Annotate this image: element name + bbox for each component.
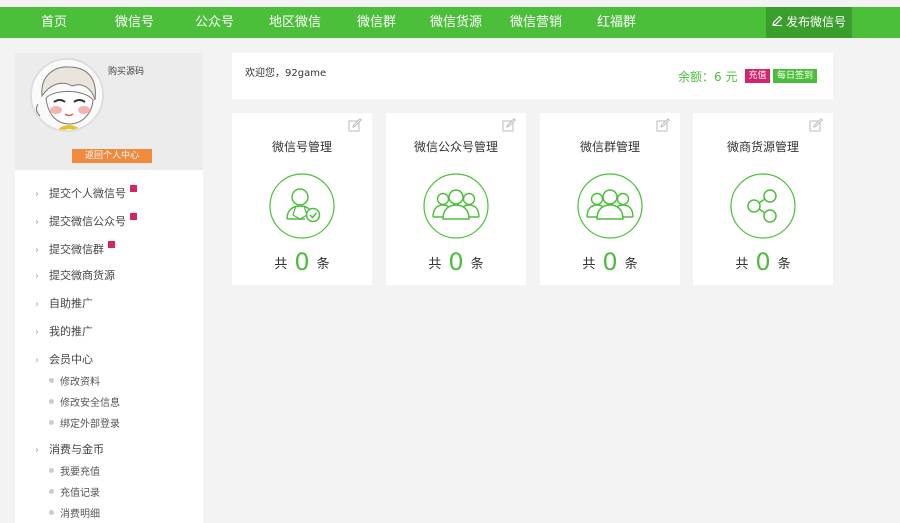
nav-item-wechat-supply[interactable]: 微信货源 [430,7,482,38]
sub-item-edit-profile[interactable]: 修改资料 [49,376,100,390]
group-icon [423,173,489,239]
sidebar: 购买源码 返回个人中心 › 提交个人微信号 › 提交微信公众号 › 提交微信群 › 提交… [15,53,203,523]
sub-item-recharge-records[interactable]: 充值记录 [49,487,100,501]
count-value: 0 [448,248,464,276]
card-count: 共0条 [386,250,526,277]
publish-wechat-button[interactable]: 发布微信号 [766,7,852,38]
card-title: 微信群管理 [579,140,640,154]
count-suffix: 条 [470,257,484,272]
edit-icon[interactable] [348,117,362,132]
group-icon [577,173,643,239]
sidebar-item-label: 提交微信群 [49,243,104,256]
sub-item-recharge[interactable]: 我要充值 [49,466,100,480]
bullet-icon [49,510,54,515]
daily-signin-button[interactable]: 每日签到 [773,69,817,83]
sidebar-item-submit-personal-wechat[interactable]: › 提交个人微信号 [35,185,137,200]
bullet-icon [49,468,54,473]
sub-item-label: 修改资料 [60,377,100,388]
card-title: 微信公众号管理 [413,140,498,154]
count-value: 0 [755,248,771,276]
sidebar-item-consumption-coins[interactable]: › 消费与金币 [35,443,104,457]
card-official-account-management[interactable]: 微信公众号管理 共0条 [386,113,526,285]
sidebar-item-member-center[interactable]: › 会员中心 [35,353,93,367]
nav-item-wechat-id[interactable]: 微信号 [115,7,154,38]
nav-item-regional-wechat[interactable]: 地区微信 [269,7,321,38]
sub-item-consumption-details[interactable]: 消费明细 [49,508,100,522]
sidebar-item-submit-supply[interactable]: › 提交微商货源 [35,269,115,283]
buy-source-code-link[interactable]: 购买源码 [108,64,144,77]
card-count: 共0条 [540,250,680,277]
sub-item-label: 我要充值 [60,467,100,478]
new-badge [108,241,115,248]
bullet-icon [49,420,54,425]
chevron-right-icon: › [35,217,39,228]
new-badge [130,213,137,220]
sub-item-label: 绑定外部登录 [60,419,120,430]
nav-item-official-account[interactable]: 公众号 [195,7,234,38]
sidebar-item-submit-official-account[interactable]: › 提交微信公众号 [35,213,137,228]
sidebar-item-label: 自助推广 [49,297,93,310]
sidebar-item-label: 会员中心 [49,353,93,366]
sidebar-item-label: 消费与金币 [49,443,104,456]
sidebar-item-label: 提交微商货源 [49,269,115,282]
sidebar-item-label: 提交个人微信号 [49,187,126,200]
count-value: 0 [294,248,310,276]
sub-item-bind-external-login[interactable]: 绑定外部登录 [49,418,120,432]
balance-text: 余额：6 元 [678,70,738,84]
nav-item-wechat-group[interactable]: 微信群 [357,7,396,38]
chevron-right-icon: › [35,271,39,282]
new-badge [130,185,137,192]
welcome-bar: 欢迎您，92game 余额：6 元 充值 每日签到 [232,53,833,99]
count-value: 0 [602,248,618,276]
chevron-right-icon: › [35,245,39,256]
sidebar-item-label: 我的推广 [49,325,93,338]
count-prefix: 共 [582,257,596,272]
bullet-icon [49,489,54,494]
card-title: 微商货源管理 [726,140,799,154]
chevron-right-icon: › [35,299,39,310]
profile-panel: 购买源码 返回个人中心 [15,53,203,170]
sidebar-item-label: 提交微信公众号 [49,215,126,228]
pencil-icon [772,7,783,38]
nav-item-red-envelope-group[interactable]: 红福群 [597,7,636,38]
sub-item-label: 修改安全信息 [60,398,120,409]
chevron-right-icon: › [35,445,39,456]
person-check-icon [269,173,335,239]
count-suffix: 条 [777,257,791,272]
share-nodes-icon [730,173,796,239]
count-prefix: 共 [735,257,749,272]
edit-icon[interactable] [502,117,516,132]
sub-item-label: 消费明细 [60,509,100,520]
nav-item-home[interactable]: 首页 [41,7,67,38]
sidebar-item-my-promotion[interactable]: › 我的推广 [35,325,93,339]
return-personal-center-button[interactable]: 返回个人中心 [72,149,152,163]
sidebar-item-submit-wechat-group[interactable]: › 提交微信群 [35,241,115,256]
sub-item-edit-security[interactable]: 修改安全信息 [49,397,120,411]
sidebar-item-self-promotion[interactable]: › 自助推广 [35,297,93,311]
count-prefix: 共 [428,257,442,272]
card-title: 微信号管理 [271,140,332,154]
bullet-icon [49,399,54,404]
count-suffix: 条 [624,257,638,272]
edit-icon[interactable] [809,117,823,132]
card-wechat-id-management[interactable]: 微信号管理 共0条 [232,113,372,285]
publish-label: 发布微信号 [785,15,846,29]
card-count: 共0条 [693,250,833,277]
recharge-button[interactable]: 充值 [745,69,770,83]
top-nav: 首页 微信号 公众号 地区微信 微信群 微信货源 微信营销 红福群 发布微信号 [0,7,900,38]
chevron-right-icon: › [35,327,39,338]
edit-icon[interactable] [656,117,670,132]
count-prefix: 共 [274,257,288,272]
chevron-right-icon: › [35,355,39,366]
chevron-right-icon: › [35,189,39,200]
sub-item-label: 充值记录 [60,488,100,499]
welcome-text: 欢迎您，92game [245,68,327,79]
card-supply-management[interactable]: 微商货源管理 共0条 [693,113,833,285]
card-wechat-group-management[interactable]: 微信群管理 共0条 [540,113,680,285]
count-suffix: 条 [316,257,330,272]
card-count: 共0条 [232,250,372,277]
nav-item-wechat-marketing[interactable]: 微信营销 [510,7,562,38]
avatar[interactable] [30,58,104,132]
bullet-icon [49,378,54,383]
